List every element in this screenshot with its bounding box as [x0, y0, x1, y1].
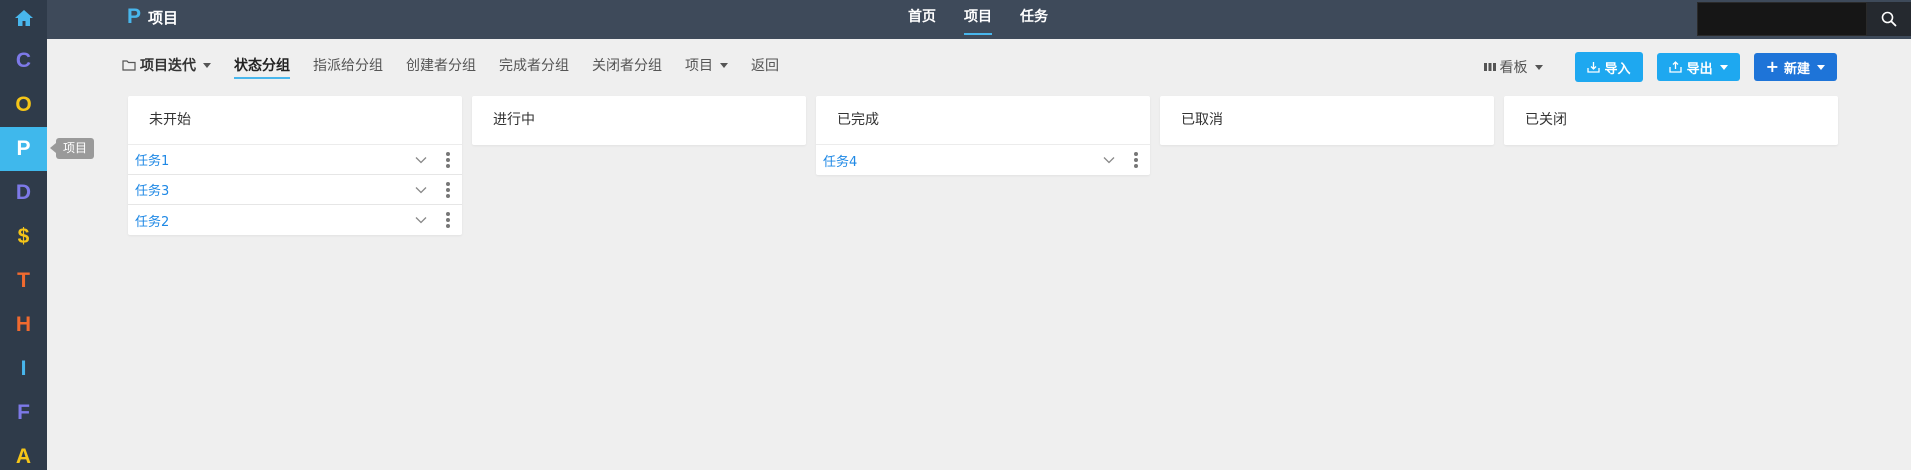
chevron-down-icon [1719, 64, 1728, 70]
export-label: 导出 [1686, 61, 1713, 77]
new-button[interactable]: + 新建 [1753, 53, 1837, 81]
export-icon [1668, 61, 1682, 73]
rail-item-letter: D [15, 181, 32, 204]
task-title[interactable]: 任务4 [823, 151, 857, 170]
chevron-down-icon [203, 62, 211, 68]
rail-item-letter: A [15, 445, 32, 468]
task-card[interactable]: 任务4 [816, 145, 1150, 175]
chevron-down-icon [1534, 64, 1543, 70]
group-tab-finisher[interactable]: 完成者分组 [499, 55, 569, 75]
board-column-not-started: 未开始 任务1 任务3 任务2 [128, 96, 462, 235]
task-card[interactable]: 任务1 [128, 145, 462, 175]
export-button[interactable]: 导出 [1656, 53, 1740, 81]
rail-item-p[interactable]: P [0, 127, 47, 171]
group-toolbar: 项目迭代 状态分组 指派给分组 创建者分组 完成者分组 关闭者分组 项目 返回 [122, 54, 802, 79]
folder-icon [122, 60, 136, 71]
board-column-cancelled: 已取消 [1160, 96, 1494, 145]
task-card[interactable]: 任务2 [128, 205, 462, 235]
more-vertical-icon[interactable] [1132, 151, 1140, 169]
chevron-down-icon [720, 62, 728, 68]
rail-item-letter: C [15, 49, 32, 72]
column-title: 已取消 [1181, 112, 1223, 128]
search-button[interactable] [1867, 2, 1911, 36]
import-button[interactable]: 导入 [1574, 52, 1643, 82]
task-title[interactable]: 任务1 [135, 150, 169, 169]
plus-icon: + [1765, 57, 1779, 76]
action-toolbar: 看板 导入 导出 + 新建 [1483, 52, 1837, 82]
rail-item-i[interactable]: I [0, 347, 47, 391]
task-title[interactable]: 任务3 [135, 180, 169, 199]
top-bar: P 项目 首页 项目 任务 [47, 0, 1911, 39]
rail-item-c[interactable]: C [0, 39, 47, 83]
import-icon [1586, 62, 1600, 73]
rail-item-letter: P [16, 137, 31, 160]
chevron-down-icon[interactable] [414, 153, 428, 167]
brand[interactable]: P 项目 [127, 4, 178, 30]
more-vertical-icon[interactable] [444, 211, 452, 229]
group-tab-creator[interactable]: 创建者分组 [406, 55, 476, 75]
chevron-down-icon[interactable] [414, 213, 428, 227]
rail-item-a[interactable]: A [0, 435, 47, 470]
nav-tasks[interactable]: 任务 [1020, 0, 1048, 39]
brand-logo: P [127, 5, 142, 28]
rail-item-t[interactable]: T [0, 259, 47, 303]
iteration-label: 项目迭代 [140, 58, 196, 74]
rail-item-letter: O [15, 93, 32, 116]
board-column-done: 已完成 任务4 [816, 96, 1150, 175]
new-label: 新建 [1783, 61, 1810, 77]
app-rail: C O P D $ T H I F A [0, 0, 47, 470]
rail-item-d[interactable]: D [0, 171, 47, 215]
back-link[interactable]: 返回 [751, 55, 779, 75]
rail-item-dollar[interactable]: $ [0, 215, 47, 259]
rail-item-f[interactable]: F [0, 391, 47, 435]
rail-item-o[interactable]: O [0, 83, 47, 127]
task-title[interactable]: 任务2 [135, 211, 169, 230]
project-dropdown-label: 项目 [685, 58, 713, 74]
more-vertical-icon[interactable] [444, 181, 452, 199]
rail-item-letter: F [17, 401, 30, 424]
iteration-dropdown[interactable]: 项目迭代 [122, 55, 211, 75]
view-label: 看板 [1499, 60, 1528, 76]
column-title: 进行中 [493, 112, 535, 128]
more-vertical-icon[interactable] [444, 151, 452, 169]
rail-item-home[interactable] [0, 0, 47, 36]
brand-title: 项目 [148, 8, 179, 27]
view-switcher[interactable]: 看板 [1483, 57, 1543, 77]
rail-item-letter: H [15, 313, 32, 336]
rail-item-h[interactable]: H [0, 303, 47, 347]
home-icon [14, 10, 33, 26]
import-label: 导入 [1604, 61, 1631, 77]
search-input[interactable] [1697, 2, 1867, 36]
chevron-down-icon[interactable] [414, 183, 428, 197]
rail-item-letter: I [20, 357, 27, 380]
project-dropdown[interactable]: 项目 [685, 55, 728, 75]
column-title: 已完成 [816, 96, 1150, 145]
rail-item-letter: T [17, 269, 30, 292]
rail-tooltip: 项目 [49, 138, 95, 159]
nav-home[interactable]: 首页 [908, 0, 936, 39]
column-title: 未开始 [128, 96, 462, 145]
task-card[interactable]: 任务3 [128, 175, 462, 205]
nav-projects[interactable]: 项目 [964, 0, 992, 39]
chevron-down-icon [1817, 64, 1825, 70]
rail-item-letter: $ [17, 225, 30, 248]
column-title: 已关闭 [1525, 112, 1567, 128]
group-tab-assignee[interactable]: 指派给分组 [313, 55, 383, 75]
group-tab-status[interactable]: 状态分组 [234, 55, 290, 79]
group-tab-closer[interactable]: 关闭者分组 [592, 55, 662, 75]
board-column-in-progress: 进行中 [472, 96, 806, 145]
chevron-down-icon[interactable] [1102, 153, 1116, 167]
kanban-icon [1483, 63, 1496, 71]
board-column-closed: 已关闭 [1504, 96, 1838, 145]
top-nav: 首页 项目 任务 [908, 0, 1048, 39]
search-icon [1881, 11, 1897, 27]
